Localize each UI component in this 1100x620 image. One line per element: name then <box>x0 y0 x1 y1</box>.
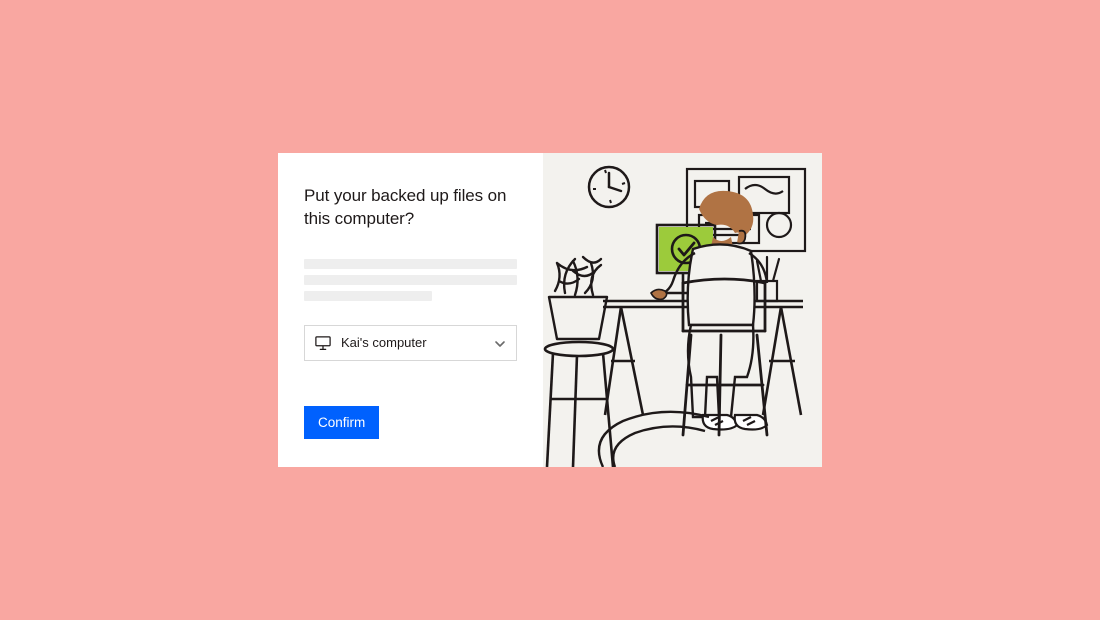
placeholder-line <box>304 275 517 285</box>
description-placeholder <box>304 259 517 301</box>
placeholder-line <box>304 291 432 301</box>
dialog-title: Put your backed up files on this compute… <box>304 185 517 231</box>
confirm-button[interactable]: Confirm <box>304 406 379 439</box>
computer-select[interactable]: Kai's computer <box>304 325 517 361</box>
desk-illustration <box>543 153 822 467</box>
placeholder-line <box>304 259 517 269</box>
backup-dialog: Put your backed up files on this compute… <box>278 153 822 467</box>
chevron-down-icon <box>494 337 506 349</box>
computer-select-value: Kai's computer <box>341 335 484 350</box>
dialog-content: Put your backed up files on this compute… <box>278 153 543 467</box>
dialog-illustration <box>543 153 822 467</box>
monitor-icon <box>315 336 331 350</box>
